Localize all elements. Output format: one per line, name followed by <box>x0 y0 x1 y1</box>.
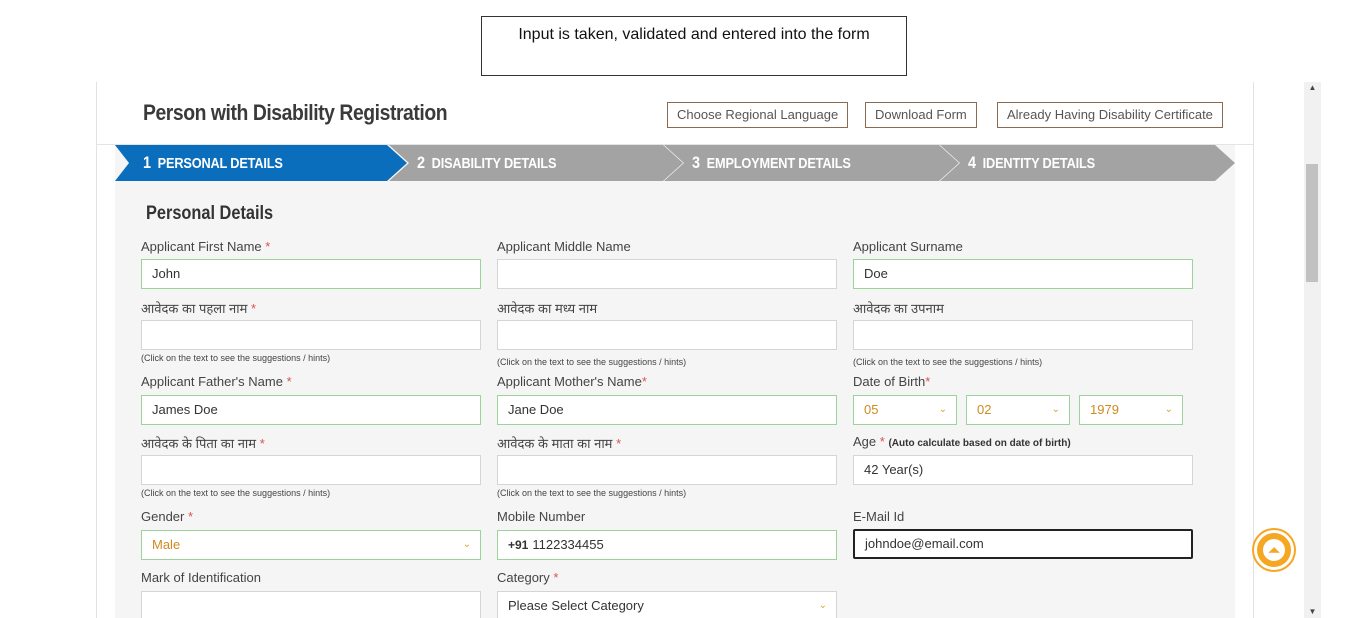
step-identity-details[interactable]: 4 IDENTITY DETAILS <box>940 145 1235 181</box>
page-title: Person with Disability Registration <box>143 100 448 125</box>
age-field: 42 Year(s) <box>853 455 1193 485</box>
mother-name-hindi-hint[interactable]: (Click on the text to see the suggestion… <box>497 488 686 498</box>
registration-page: Person with Disability Registration Choo… <box>96 82 1254 618</box>
first-name-input[interactable]: John <box>141 259 481 289</box>
category-label: Category * <box>497 570 559 585</box>
step-indicator: 1 PERSONAL DETAILS 2 DISABILITY DETAILS 3E… <box>115 145 1235 181</box>
email-input[interactable]: johndoe@email.com <box>853 529 1193 559</box>
chevron-down-icon: ⌄ <box>1051 404 1060 415</box>
category-select[interactable]: Please Select Category ⌄ <box>497 591 837 618</box>
download-form-button[interactable]: Download Form <box>865 102 977 128</box>
already-having-certificate-button[interactable]: Already Having Disability Certificate <box>997 102 1223 128</box>
scroll-down-icon[interactable]: ▼ <box>1304 606 1321 618</box>
surname-input[interactable]: Doe <box>853 259 1193 289</box>
scroll-thumb[interactable] <box>1306 164 1318 282</box>
mark-identification-label: Mark of Identification <box>141 570 261 585</box>
mobile-label: Mobile Number <box>497 509 586 524</box>
chevron-down-icon: ⌄ <box>1164 404 1173 415</box>
step-2-label: DISABILITY DETAILS <box>431 155 557 172</box>
gender-label: Gender * <box>141 509 194 524</box>
chevron-down-icon: ⌄ <box>818 600 827 611</box>
step-employment-details[interactable]: 3 EMPLOYMENT DETAILS <box>664 145 959 181</box>
scroll-up-icon[interactable]: ▲ <box>1304 82 1321 94</box>
chevron-down-icon: ⌄ <box>462 539 471 550</box>
step-3-number: 3 <box>692 153 700 172</box>
middle-name-label: Applicant Middle Name <box>497 239 631 254</box>
mobile-input[interactable]: +91 1122334455 <box>497 530 837 560</box>
scrollbar[interactable]: ▲ ▼ <box>1304 82 1321 618</box>
step-personal-details[interactable]: 1 PERSONAL DETAILS <box>115 145 407 181</box>
surname-label: Applicant Surname <box>853 239 963 254</box>
first-name-hindi-label: आवेदक का पहला नाम * <box>141 301 257 316</box>
step-3-label: EMPLOYMENT DETAILS <box>706 155 851 172</box>
dob-day-select[interactable]: 05 ⌄ <box>853 395 957 425</box>
scroll-to-top-button[interactable]: ⏶ <box>1254 530 1294 570</box>
section-title: Personal Details <box>146 203 274 224</box>
surname-hindi-hint[interactable]: (Click on the text to see the suggestion… <box>853 357 1042 367</box>
dob-label: Date of Birth* <box>853 374 931 389</box>
step-2-number: 2 <box>417 153 425 172</box>
mother-name-hindi-label: आवेदक के माता का नाम * <box>497 436 622 451</box>
step-1-label: PERSONAL DETAILS <box>157 155 283 172</box>
step-disability-details[interactable]: 2 DISABILITY DETAILS <box>389 145 683 181</box>
dob-month-select[interactable]: 02 ⌄ <box>966 395 1070 425</box>
middle-name-hindi-hint[interactable]: (Click on the text to see the suggestion… <box>497 357 686 367</box>
father-name-label: Applicant Father's Name * <box>141 374 292 389</box>
first-name-hindi-input[interactable] <box>141 320 481 350</box>
surname-hindi-label: आवेदक का उपनाम <box>853 301 944 316</box>
father-name-hindi-hint[interactable]: (Click on the text to see the suggestion… <box>141 488 330 498</box>
mother-name-input[interactable]: Jane Doe <box>497 395 837 425</box>
age-label: Age * (Auto calculate based on date of b… <box>853 434 1071 449</box>
caption-text: Input is taken, validated and entered in… <box>518 26 870 43</box>
mother-name-label: Applicant Mother's Name* <box>497 374 647 389</box>
step-4-label: IDENTITY DETAILS <box>982 155 1095 172</box>
email-label: E-Mail Id <box>853 509 905 524</box>
middle-name-input[interactable] <box>497 259 837 289</box>
first-name-hindi-hint[interactable]: (Click on the text to see the suggestion… <box>141 353 330 363</box>
step-4-number: 4 <box>968 153 976 172</box>
father-name-hindi-label: आवेदक के पिता का नाम * <box>141 436 265 451</box>
middle-name-hindi-label: आवेदक का मध्य नाम <box>497 301 598 316</box>
middle-name-hindi-input[interactable] <box>497 320 837 350</box>
mark-identification-input[interactable] <box>141 591 481 618</box>
step-1-number: 1 <box>143 153 151 172</box>
caption-box: Input is taken, validated and entered in… <box>481 16 907 76</box>
choose-regional-language-button[interactable]: Choose Regional Language <box>667 102 849 128</box>
form-content: 1 PERSONAL DETAILS 2 DISABILITY DETAILS 3E… <box>115 145 1235 618</box>
first-name-label: Applicant First Name * <box>141 239 271 254</box>
gender-select[interactable]: Male ⌄ <box>141 530 481 560</box>
page-header: Person with Disability Registration Choo… <box>97 82 1253 145</box>
chevron-down-icon: ⌄ <box>938 404 947 415</box>
country-code: +91 <box>508 538 529 552</box>
father-name-hindi-input[interactable] <box>141 455 481 485</box>
mother-name-hindi-input[interactable] <box>497 455 837 485</box>
surname-hindi-input[interactable] <box>853 320 1193 350</box>
dob-year-select[interactable]: 1979 ⌄ <box>1079 395 1183 425</box>
father-name-input[interactable]: James Doe <box>141 395 481 425</box>
arrow-up-icon: ⏶ <box>1268 542 1280 558</box>
